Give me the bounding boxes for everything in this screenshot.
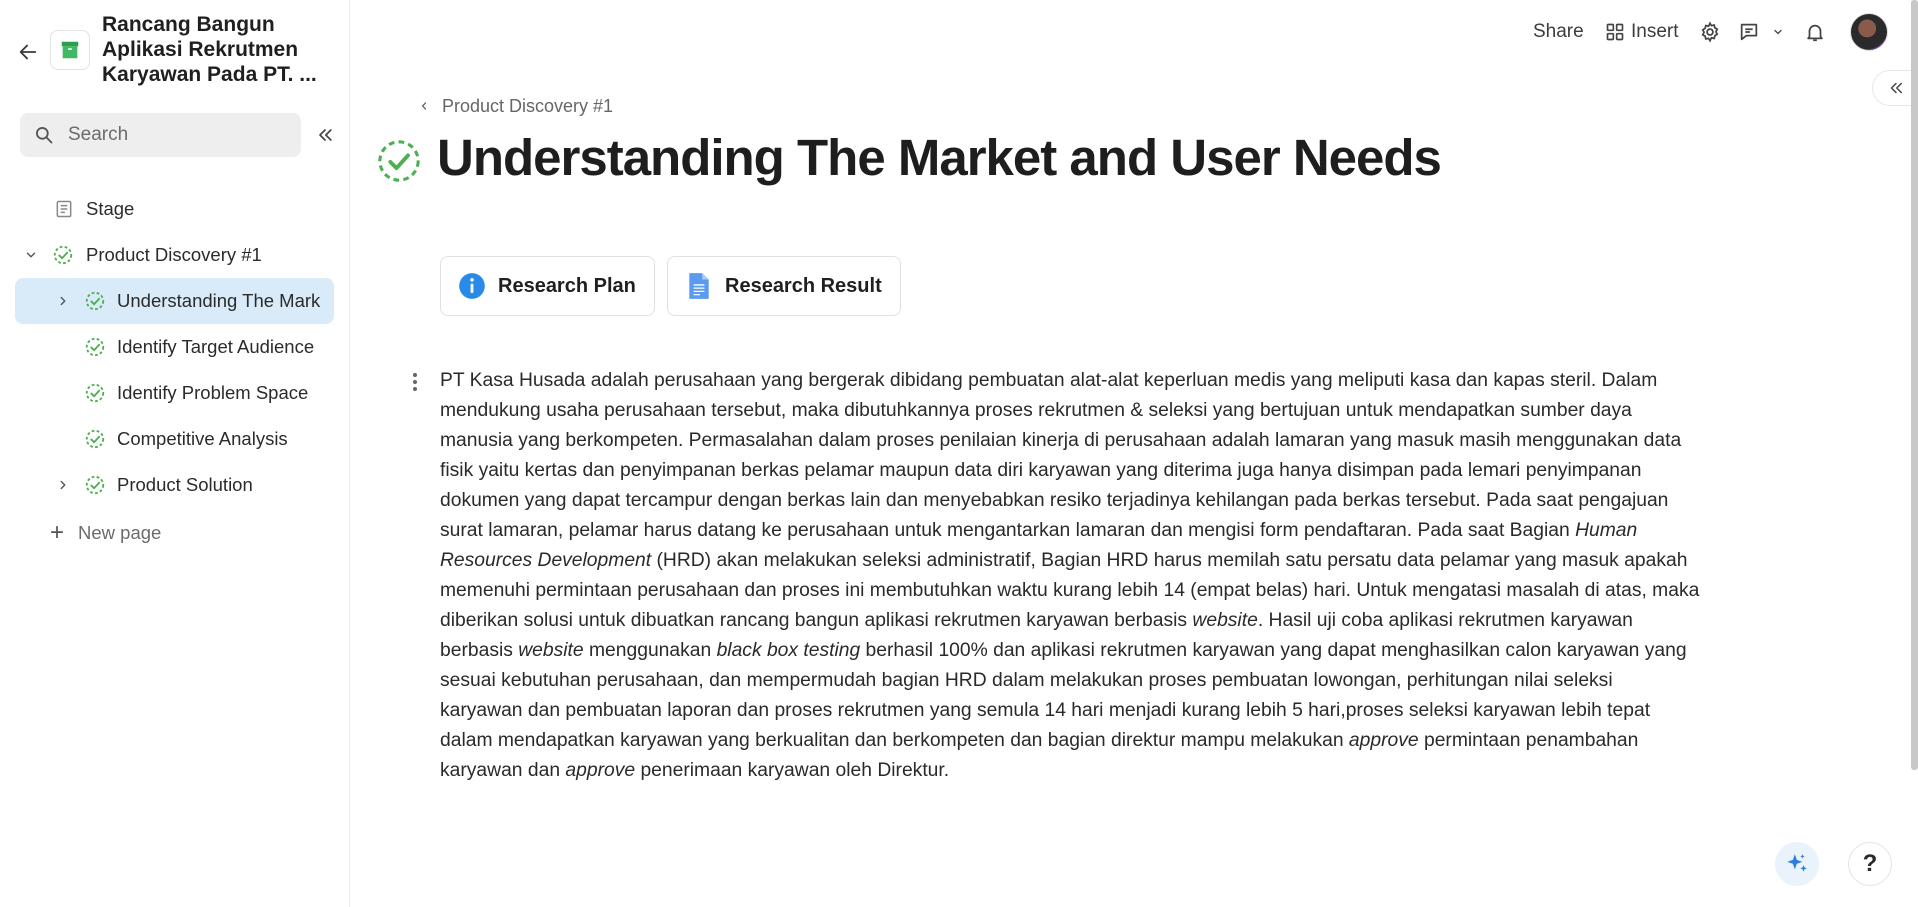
search-placeholder: Search [68,124,129,145]
notifications-button[interactable] [1804,14,1826,50]
arrow-left-icon [19,44,37,60]
breadcrumb[interactable]: Product Discovery #1 [418,93,613,119]
back-button[interactable] [16,40,40,64]
double-chevron-left-icon [319,129,332,141]
paragraph-italic: website [518,640,584,661]
paragraph-italic: website [1192,610,1258,631]
paragraph-text: menggunakan [583,640,717,661]
chevron-down-icon[interactable] [21,245,41,265]
sidebar-item-label: Identify Problem Space [117,382,309,403]
chevron-right-icon[interactable] [53,291,73,311]
content-paragraph[interactable]: PT Kasa Husada adalah perusahaan yang be… [440,366,1700,786]
sidebar-item-label: Competitive Analysis [117,428,288,449]
insert-button[interactable]: Insert [1605,14,1679,50]
share-button[interactable]: Share [1533,14,1584,50]
new-page-label: New page [78,522,162,543]
sidebar-item-competitive-analysis[interactable]: Competitive Analysis [0,416,350,462]
plus-icon: + [50,519,65,546]
sidebar: Rancang Bangun Aplikasi Rekrutmen Karyaw… [0,0,350,907]
sidebar-item-identify-target-audience[interactable]: Identify Target Audience [0,324,350,370]
avatar[interactable] [1850,13,1888,51]
sidebar-item-understanding-market[interactable]: Understanding The Mark [15,278,334,324]
chevron-right-icon[interactable] [53,475,73,495]
progress-check-icon [83,289,107,313]
ai-assistant-button[interactable] [1775,842,1819,886]
help-button[interactable]: ? [1848,842,1892,886]
block-drag-handle[interactable] [406,370,424,394]
progress-check-icon [83,335,107,359]
scrollbar[interactable] [1911,0,1918,770]
progress-check-icon [83,473,107,497]
info-icon [458,272,486,300]
sidebar-item-label: Understanding The Mark [117,290,321,311]
progress-check-icon [83,427,107,451]
sidebar-item-label: Product Discovery #1 [86,244,262,265]
sidebar-item-identify-problem-space[interactable]: Identify Problem Space [0,370,350,416]
research-result-label: Research Result [725,274,882,297]
collapse-sidebar-button[interactable] [313,123,337,147]
help-label: ? [1862,850,1878,877]
double-chevron-left-icon [1890,82,1902,94]
research-plan-label: Research Plan [498,274,636,297]
comments-dropdown[interactable] [1772,14,1784,50]
app-logo[interactable] [50,30,90,70]
gear-icon [1701,21,1719,43]
sidebar-item-label: Product Solution [117,474,253,495]
document-icon [52,197,76,221]
doc-file-icon [685,272,713,300]
sparkle-icon [1787,854,1807,872]
new-page-button[interactable]: + New page [50,519,161,547]
paragraph-italic: approve [1348,730,1419,751]
progress-check-icon [51,243,75,267]
progress-check-icon[interactable] [376,138,422,184]
search-input[interactable]: Search [20,113,301,157]
grid-icon [1606,23,1624,41]
search-icon [36,127,53,144]
settings-button[interactable] [1699,14,1721,50]
vertical-dots-icon [413,373,417,391]
share-label: Share [1533,21,1584,42]
paragraph-italic: black box testing [716,640,861,661]
bell-icon [1807,24,1823,42]
comments-button[interactable] [1738,14,1760,50]
sidebar-nav: Stage Product Discovery #1 Understanding… [0,186,350,508]
insert-label: Insert [1631,21,1679,42]
chevron-down-icon [1774,29,1782,35]
page-title[interactable]: Understanding The Market and User Needs [437,128,1442,187]
sidebar-item-stage[interactable]: Stage [0,186,350,232]
research-plan-link[interactable]: Research Plan [440,256,655,316]
comment-icon [1740,23,1758,41]
paragraph-text: PT Kasa Husada adalah perusahaan yang be… [440,370,1682,541]
progress-check-icon [83,381,107,405]
chevron-left-icon [421,102,427,110]
paragraph-italic: approve [565,760,636,781]
research-result-link[interactable]: Research Result [667,256,901,316]
paragraph-text: penerimaan karyawan oleh Direktur. [635,760,950,781]
sidebar-item-product-discovery[interactable]: Product Discovery #1 [0,232,350,278]
sidebar-item-label: Stage [86,198,135,219]
sidebar-item-label: Identify Target Audience [117,336,315,357]
workspace-title[interactable]: Rancang Bangun Aplikasi Rekrutmen Karyaw… [102,12,332,87]
green-box-icon [61,41,79,59]
breadcrumb-label: Product Discovery #1 [442,95,614,116]
sidebar-item-product-solution[interactable]: Product Solution [0,462,350,508]
sidebar-header: Rancang Bangun Aplikasi Rekrutmen Karyaw… [0,0,350,100]
